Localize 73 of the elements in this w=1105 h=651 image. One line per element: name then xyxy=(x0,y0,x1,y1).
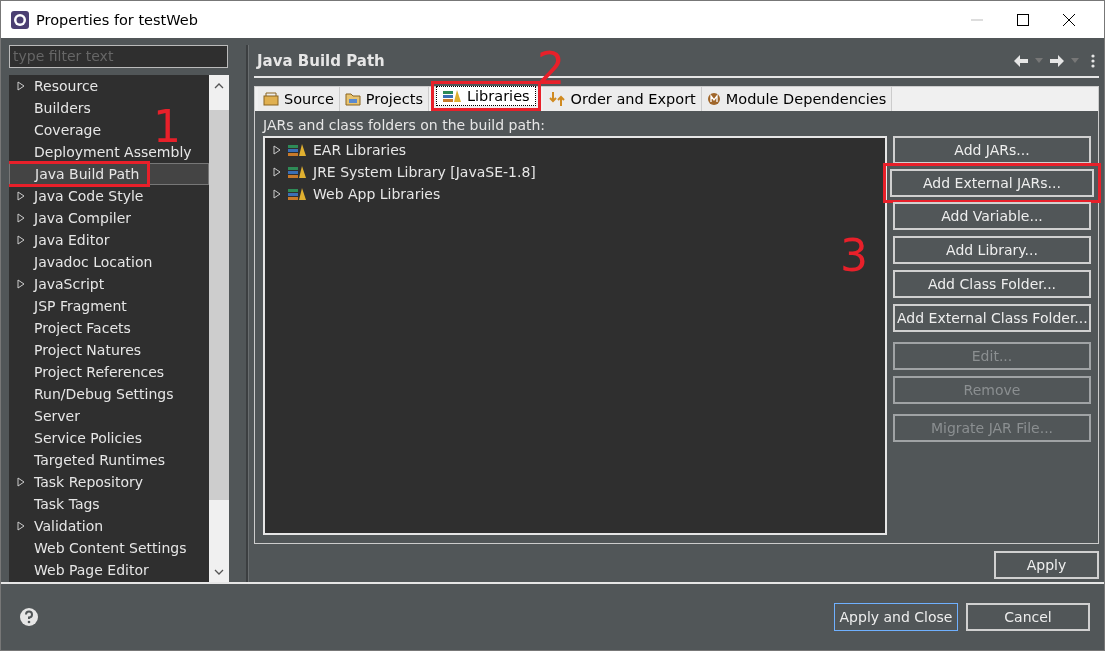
sidebar-item[interactable]: Server xyxy=(9,405,83,426)
action-button[interactable]: Add External Class Folder... xyxy=(893,304,1091,332)
close-icon[interactable] xyxy=(1063,13,1075,26)
page-title: Java Build Path xyxy=(255,51,385,70)
module-icon xyxy=(706,92,721,106)
sidebar-item[interactable]: Javadoc Location xyxy=(9,251,156,272)
sidebar-item[interactable]: Web Page Editor xyxy=(9,559,152,580)
tab[interactable]: Order and Export xyxy=(542,87,702,111)
library-item[interactable]: EAR Libraries xyxy=(313,142,407,158)
up-down-arrows-icon xyxy=(547,91,566,107)
sidebar-item[interactable]: Builders xyxy=(9,97,94,118)
folder-icon xyxy=(344,92,361,106)
tab[interactable]: Libraries xyxy=(436,86,536,106)
sidebar-item[interactable]: JSP Fragment xyxy=(9,295,130,316)
sidebar-item[interactable]: Project Facets xyxy=(9,317,134,338)
app-icon xyxy=(10,9,30,30)
sidebar-item[interactable]: Run/Debug Settings xyxy=(9,383,177,404)
action-button[interactable]: Add Library... xyxy=(893,236,1091,264)
expand-arrow-icon[interactable] xyxy=(273,189,281,199)
sidebar-item[interactable]: Targeted Runtimes xyxy=(9,449,169,470)
library-icon xyxy=(287,143,307,157)
apply-button[interactable]: Apply xyxy=(994,551,1099,579)
expand-arrow-icon xyxy=(17,212,25,223)
expand-arrow-icon xyxy=(17,520,25,531)
expand-arrow-icon[interactable] xyxy=(273,167,281,177)
library-icon xyxy=(287,187,307,201)
sidebar-item[interactable]: Resource xyxy=(9,75,102,96)
action-button[interactable]: Add JARs... xyxy=(893,136,1091,164)
maximize-icon[interactable] xyxy=(1017,13,1029,26)
forward-icon[interactable] xyxy=(1049,54,1065,67)
sidebar-item[interactable]: Java Build Path xyxy=(9,160,151,187)
sidebar-item[interactable]: Coverage xyxy=(9,119,105,140)
expand-arrow-icon xyxy=(17,190,25,201)
expand-arrow-icon xyxy=(17,80,25,91)
dropdown-icon xyxy=(1071,58,1079,63)
sidebar-item[interactable]: Java Code Style xyxy=(9,185,147,206)
action-button[interactable]: Add Class Folder... xyxy=(893,270,1091,298)
sidebar-item[interactable]: Validation xyxy=(9,515,107,536)
sidebar-item[interactable]: Web Content Settings xyxy=(9,537,190,558)
dialog-button[interactable]: Cancel xyxy=(966,603,1090,631)
window-title: Properties for testWeb xyxy=(36,11,199,28)
help-icon[interactable] xyxy=(19,607,39,627)
scroll-up-icon[interactable] xyxy=(214,81,224,90)
step-number: 3 xyxy=(840,234,868,278)
sidebar-item[interactable]: Task Repository xyxy=(9,471,147,492)
dropdown-icon xyxy=(1035,58,1043,63)
library-icon xyxy=(442,89,462,103)
scroll-down-icon[interactable] xyxy=(214,568,224,576)
sidebar-item[interactable]: Project Natures xyxy=(9,339,145,360)
action-button[interactable]: Add Variable... xyxy=(893,202,1091,230)
library-item[interactable]: Web App Libraries xyxy=(313,186,441,202)
expand-arrow-icon xyxy=(17,278,25,289)
list-label: JARs and class folders on the build path: xyxy=(263,117,547,133)
sidebar-item[interactable]: Deployment Assembly xyxy=(9,141,195,162)
view-menu-icon[interactable] xyxy=(1091,53,1095,68)
sidebar-item[interactable]: JavaScript xyxy=(9,273,108,294)
action-button[interactable]: Add External JARs... xyxy=(890,169,1094,197)
sidebar-item[interactable]: Project References xyxy=(9,361,168,382)
back-icon[interactable] xyxy=(1013,54,1029,67)
tab[interactable]: Source xyxy=(258,87,340,111)
sidebar-item[interactable]: Task Tags xyxy=(9,493,103,514)
dialog-button[interactable]: Apply and Close xyxy=(834,603,958,631)
package-icon xyxy=(263,92,279,106)
sidebar-item[interactable]: Java Compiler xyxy=(9,207,135,228)
library-item[interactable]: JRE System Library [JavaSE-1.8] xyxy=(313,164,536,180)
expand-arrow-icon xyxy=(17,476,25,487)
expand-arrow-icon[interactable] xyxy=(273,145,281,155)
sidebar-item[interactable]: Service Policies xyxy=(9,427,145,448)
library-icon xyxy=(287,165,307,179)
tab[interactable]: Module Dependencies xyxy=(701,87,893,111)
tab[interactable]: Projects xyxy=(339,87,429,111)
sidebar-item[interactable]: Java Editor xyxy=(9,229,113,250)
expand-arrow-icon xyxy=(17,234,25,245)
